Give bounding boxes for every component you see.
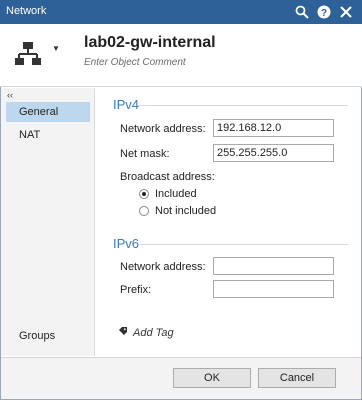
radio-included[interactable] [139,189,149,199]
net-mask-input[interactable] [213,144,334,162]
object-comment-field[interactable]: Enter Object Comment [84,57,186,68]
radio-included-label: Included [155,188,197,200]
sidebar: ‹‹ General NAT Groups [1,88,95,356]
cancel-button[interactable]: Cancel [258,368,336,388]
radio-not-included-label: Not included [155,205,217,217]
ipv6-section-title: IPv6 [113,236,140,251]
svg-text:?: ? [321,8,327,19]
help-icon[interactable]: ? [316,4,332,20]
ipv4-network-address-label: Network address: [120,123,206,135]
network-topology-icon[interactable] [14,40,42,68]
broadcast-included-option[interactable]: Included [139,187,197,201]
sidebar-item-nat[interactable]: NAT [6,125,90,145]
close-icon[interactable] [338,4,354,20]
prefix-label: Prefix: [120,284,152,296]
ipv4-divider [138,105,348,106]
chevron-down-icon[interactable]: ▼ [52,44,60,53]
radio-not-included[interactable] [139,206,149,216]
title-bar: Network ? [0,0,362,24]
ipv6-network-address-label: Network address: [120,261,206,273]
ipv4-network-address-input[interactable] [213,119,334,137]
window-title: Network [6,5,47,17]
object-header: ▼ lab02-gw-internal Enter Object Comment [0,24,362,87]
add-tag-link[interactable]: Add Tag [118,326,174,339]
object-name[interactable]: lab02-gw-internal [84,34,216,52]
prefix-input[interactable] [213,280,334,298]
search-icon[interactable] [294,4,310,20]
tag-icon [118,326,128,339]
net-mask-label: Net mask: [120,148,170,160]
broadcast-address-label: Broadcast address: [120,171,215,183]
ipv6-divider [138,244,348,245]
add-tag-label: Add Tag [133,326,174,339]
ipv4-section-title: IPv4 [113,97,140,112]
collapse-sidebar-icon[interactable]: ‹‹ [7,90,13,100]
sidebar-item-groups[interactable]: Groups [6,326,90,346]
ipv6-network-address-input[interactable] [213,257,334,275]
sidebar-item-general[interactable]: General [6,102,90,122]
broadcast-not-included-option[interactable]: Not included [139,204,216,218]
ok-button[interactable]: OK [173,368,251,388]
